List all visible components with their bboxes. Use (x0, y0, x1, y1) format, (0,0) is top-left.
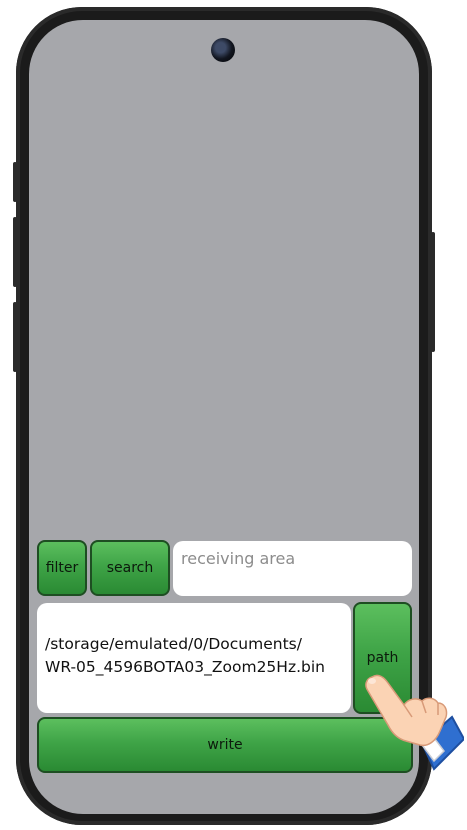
write-button-label: write (207, 737, 243, 753)
filter-button[interactable]: filter (37, 540, 87, 596)
action-button (13, 162, 17, 202)
path-button-label: path (366, 650, 399, 666)
file-path-text: /storage/emulated/0/Documents/ WR-05_459… (45, 635, 325, 676)
search-button[interactable]: search (90, 540, 170, 596)
front-camera-icon (211, 38, 235, 62)
file-path-field[interactable]: /storage/emulated/0/Documents/ WR-05_459… (37, 603, 351, 713)
volume-up-button (13, 217, 17, 287)
filter-button-label: filter (45, 560, 79, 576)
power-button (431, 232, 435, 352)
pointing-hand-icon (365, 674, 464, 771)
write-button[interactable]: write (37, 717, 413, 773)
search-button-label: search (106, 560, 154, 576)
receiving-area-placeholder: receiving area (181, 549, 296, 568)
volume-down-button (13, 302, 17, 372)
receiving-area-field[interactable]: receiving area (173, 541, 412, 596)
